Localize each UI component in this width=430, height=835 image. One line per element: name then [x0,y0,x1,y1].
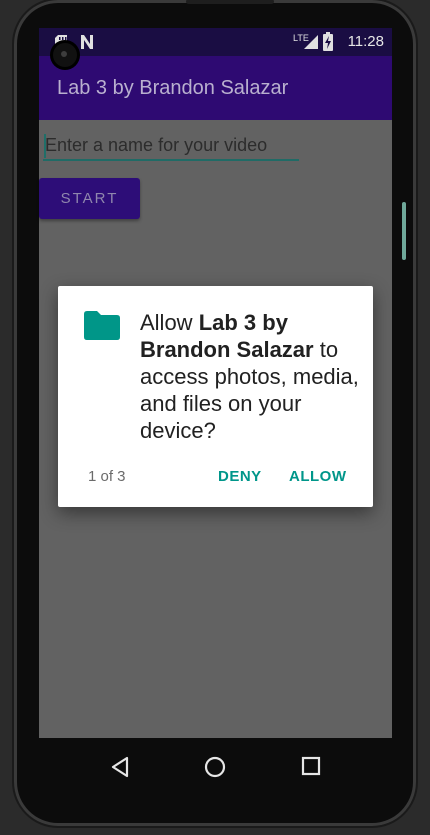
power-button[interactable] [402,202,406,260]
home-icon[interactable] [204,756,226,778]
deny-button[interactable]: DENY [214,462,266,491]
text-cursor [44,134,46,158]
recents-icon[interactable] [301,756,321,776]
main-content: START Allow Lab 3 by Brandon Salazar to … [39,28,392,738]
permission-message: Allow Lab 3 by Brandon Salazar to access… [140,309,360,444]
start-button[interactable]: START [39,178,140,219]
video-name-input[interactable] [43,131,299,161]
permission-counter: 1 of 3 [88,468,126,485]
navigation-bar [14,738,416,794]
folder-icon [84,311,120,340]
message-prefix: Allow [140,310,199,335]
permission-dialog: Allow Lab 3 by Brandon Salazar to access… [58,286,373,507]
speaker-grille [186,0,274,4]
back-icon[interactable] [110,756,130,778]
allow-button[interactable]: ALLOW [285,462,350,491]
